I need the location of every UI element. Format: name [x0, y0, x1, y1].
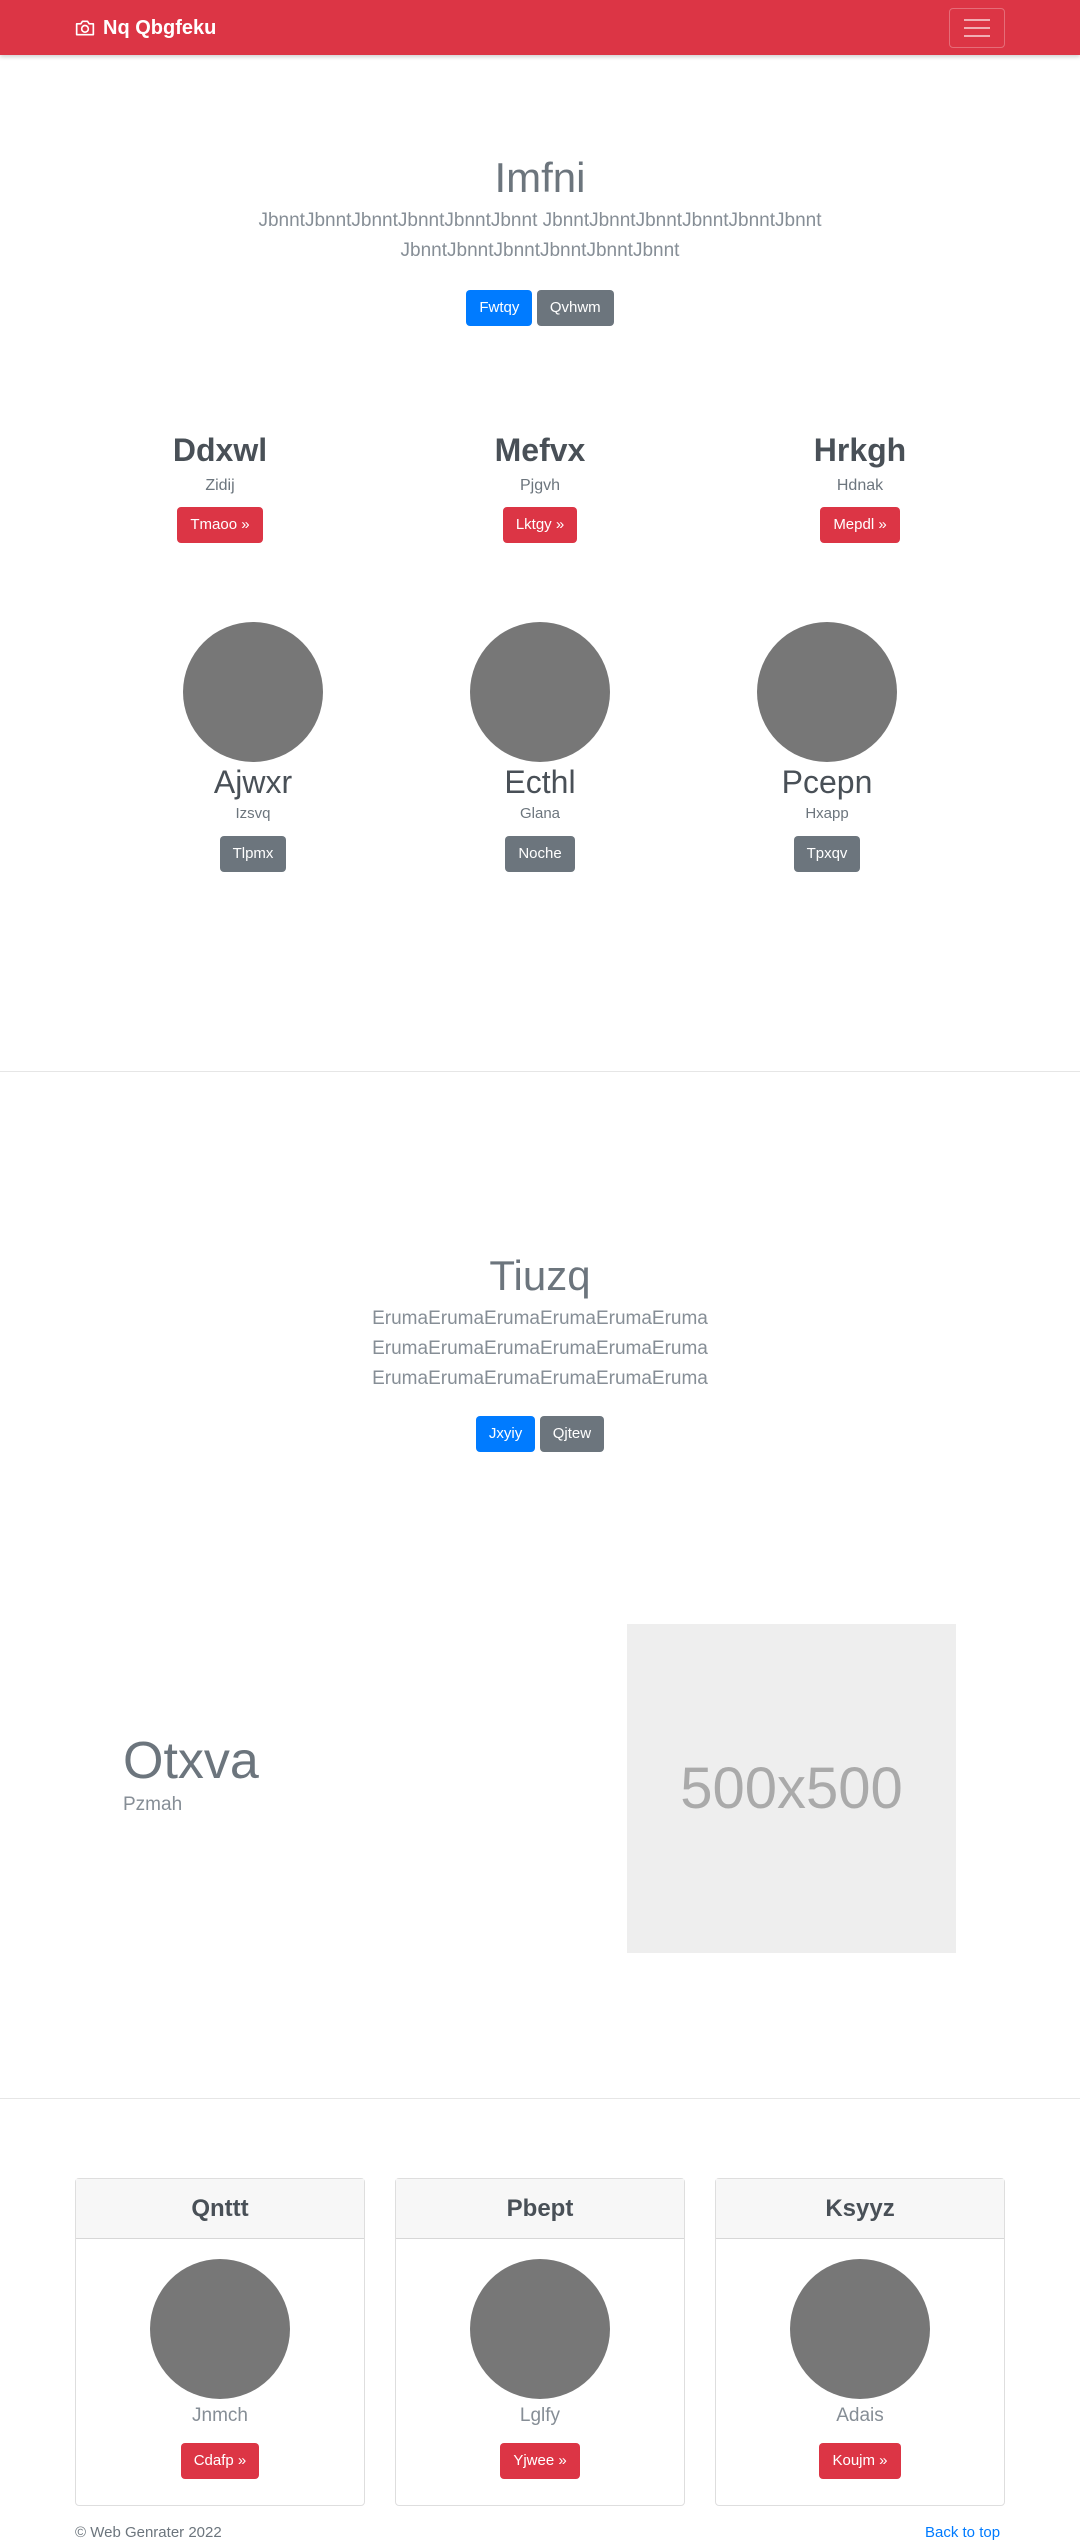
feature-subtitle: Hdnak [836, 477, 884, 494]
featurette-text: Otxva Pzmah [123, 1730, 259, 1818]
hero-buttons: Fwtqy Qvhwm [0, 290, 1080, 326]
avatar-placeholder [183, 622, 323, 762]
card: Qnttt Jnmch Cdafp » [75, 2178, 365, 2506]
section-primary-button[interactable]: Jxyiy [475, 1416, 536, 1452]
team-subtitle: Glana [519, 805, 561, 822]
brand-link[interactable]: Nq Qbgfeku [75, 16, 216, 40]
camera-icon [75, 20, 95, 36]
card: Pbept Lglfy Yjwee » [395, 2178, 685, 2506]
card-header: Qnttt [76, 2179, 364, 2239]
avatar-placeholder [757, 622, 897, 762]
hero-lead-line: JbnntJbnntJbnntJbnntJbnntJbnnt JbnntJbnn… [258, 210, 822, 231]
hero-lead-line: JbnntJbnntJbnntJbnntJbnntJbnnt [400, 240, 680, 261]
navbar-toggler[interactable] [949, 8, 1005, 48]
hero-secondary-button[interactable]: Qvhwm [536, 290, 614, 326]
card-image-placeholder [790, 2259, 930, 2399]
feature-title: Hrkgh [813, 432, 907, 468]
team-subtitle: Hxapp [805, 805, 849, 822]
team-button[interactable]: Tpxqv [793, 836, 861, 872]
hero-title: Imfni [494, 154, 586, 201]
hero-primary-button[interactable]: Fwtqy [466, 290, 533, 326]
featurette-subtitle: Pzmah [123, 1794, 183, 1815]
card-button[interactable]: Koujm » [819, 2443, 901, 2479]
section-divider [0, 1071, 1080, 1072]
section-lead: ErumaErumaErumaErumaErumaEruma ErumaErum… [0, 1304, 1080, 1394]
team-column: Ecthl Glana Noche [410, 622, 670, 872]
featurette-title: Otxva [123, 1732, 259, 1790]
section-buttons: Jxyiy Qjtew [0, 1416, 1080, 1452]
card-image-placeholder [470, 2259, 610, 2399]
hamburger-icon-line [964, 27, 990, 29]
hero-lead: JbnntJbnntJbnntJbnntJbnntJbnnt JbnntJbnn… [0, 206, 1080, 266]
team-name: Ecthl [504, 764, 576, 800]
team-column: Ajwxr Izsvq Tlpmx [123, 622, 383, 872]
card-button[interactable]: Yjwee » [500, 2443, 580, 2479]
team-button[interactable]: Tlpmx [219, 836, 287, 872]
back-to-top-link[interactable]: Back to top [925, 2524, 1000, 2541]
section-divider [0, 2098, 1080, 2099]
section-title: Tiuzq [489, 1252, 591, 1299]
feature-column: Hrkgh Hdnak Mepdl » [715, 432, 1005, 543]
brand-text: Nq Qbgfeku [103, 16, 217, 39]
card-text: Jnmch [192, 2405, 248, 2426]
feature-column: Mefvx Pjgvh Lktgy » [395, 432, 685, 543]
card-header: Ksyyz [716, 2179, 1004, 2239]
section-lead-line: ErumaErumaErumaErumaErumaEruma [372, 1308, 708, 1329]
feature-subtitle: Pjgvh [519, 477, 561, 494]
feature-title: Mefvx [494, 432, 586, 468]
card-text: Lglfy [519, 2405, 561, 2426]
navbar: Nq Qbgfeku [0, 0, 1080, 55]
feature-button[interactable]: Mepdl » [820, 507, 900, 543]
card-body: Lglfy Yjwee » [396, 2259, 684, 2479]
hamburger-icon-line [964, 35, 990, 37]
featurette-image: 500x500 [627, 1624, 956, 1953]
team-column: Pcepn Hxapp Tpxqv [697, 622, 957, 872]
section-lead-line: ErumaErumaErumaErumaErumaEruma [372, 1338, 708, 1359]
team-subtitle: Izsvq [235, 805, 271, 822]
feature-button[interactable]: Lktgy » [502, 507, 578, 543]
card-body: Jnmch Cdafp » [76, 2259, 364, 2479]
feature-title: Ddxwl [172, 432, 268, 468]
card-image-placeholder [150, 2259, 290, 2399]
team-button[interactable]: Noche [505, 836, 575, 872]
card-body: Adais Koujm » [716, 2259, 1004, 2479]
card-header: Pbept [396, 2179, 684, 2239]
jumbotron-section: Tiuzq ErumaErumaErumaErumaErumaEruma Eru… [0, 1248, 1080, 1452]
feature-column: Ddxwl Zidij Tmaoo » [75, 432, 365, 543]
card-text: Adais [836, 2405, 884, 2426]
section-lead-line: ErumaErumaErumaErumaErumaEruma [372, 1368, 708, 1389]
team-name: Pcepn [781, 764, 873, 800]
team-name: Ajwxr [213, 764, 293, 800]
section-secondary-button[interactable]: Qjtew [539, 1416, 605, 1452]
hamburger-icon [964, 19, 990, 21]
hero-section: Imfni JbnntJbnntJbnntJbnntJbnntJbnnt Jbn… [0, 150, 1080, 326]
card-button[interactable]: Cdafp » [180, 2443, 260, 2479]
card: Ksyyz Adais Koujm » [715, 2178, 1005, 2506]
feature-subtitle: Zidij [205, 477, 235, 494]
avatar-placeholder [470, 622, 610, 762]
image-size-label: 500x500 [680, 1756, 903, 1821]
footer-copyright: © Web Genrater 2022 [75, 2524, 222, 2541]
feature-button[interactable]: Tmaoo » [177, 507, 263, 543]
